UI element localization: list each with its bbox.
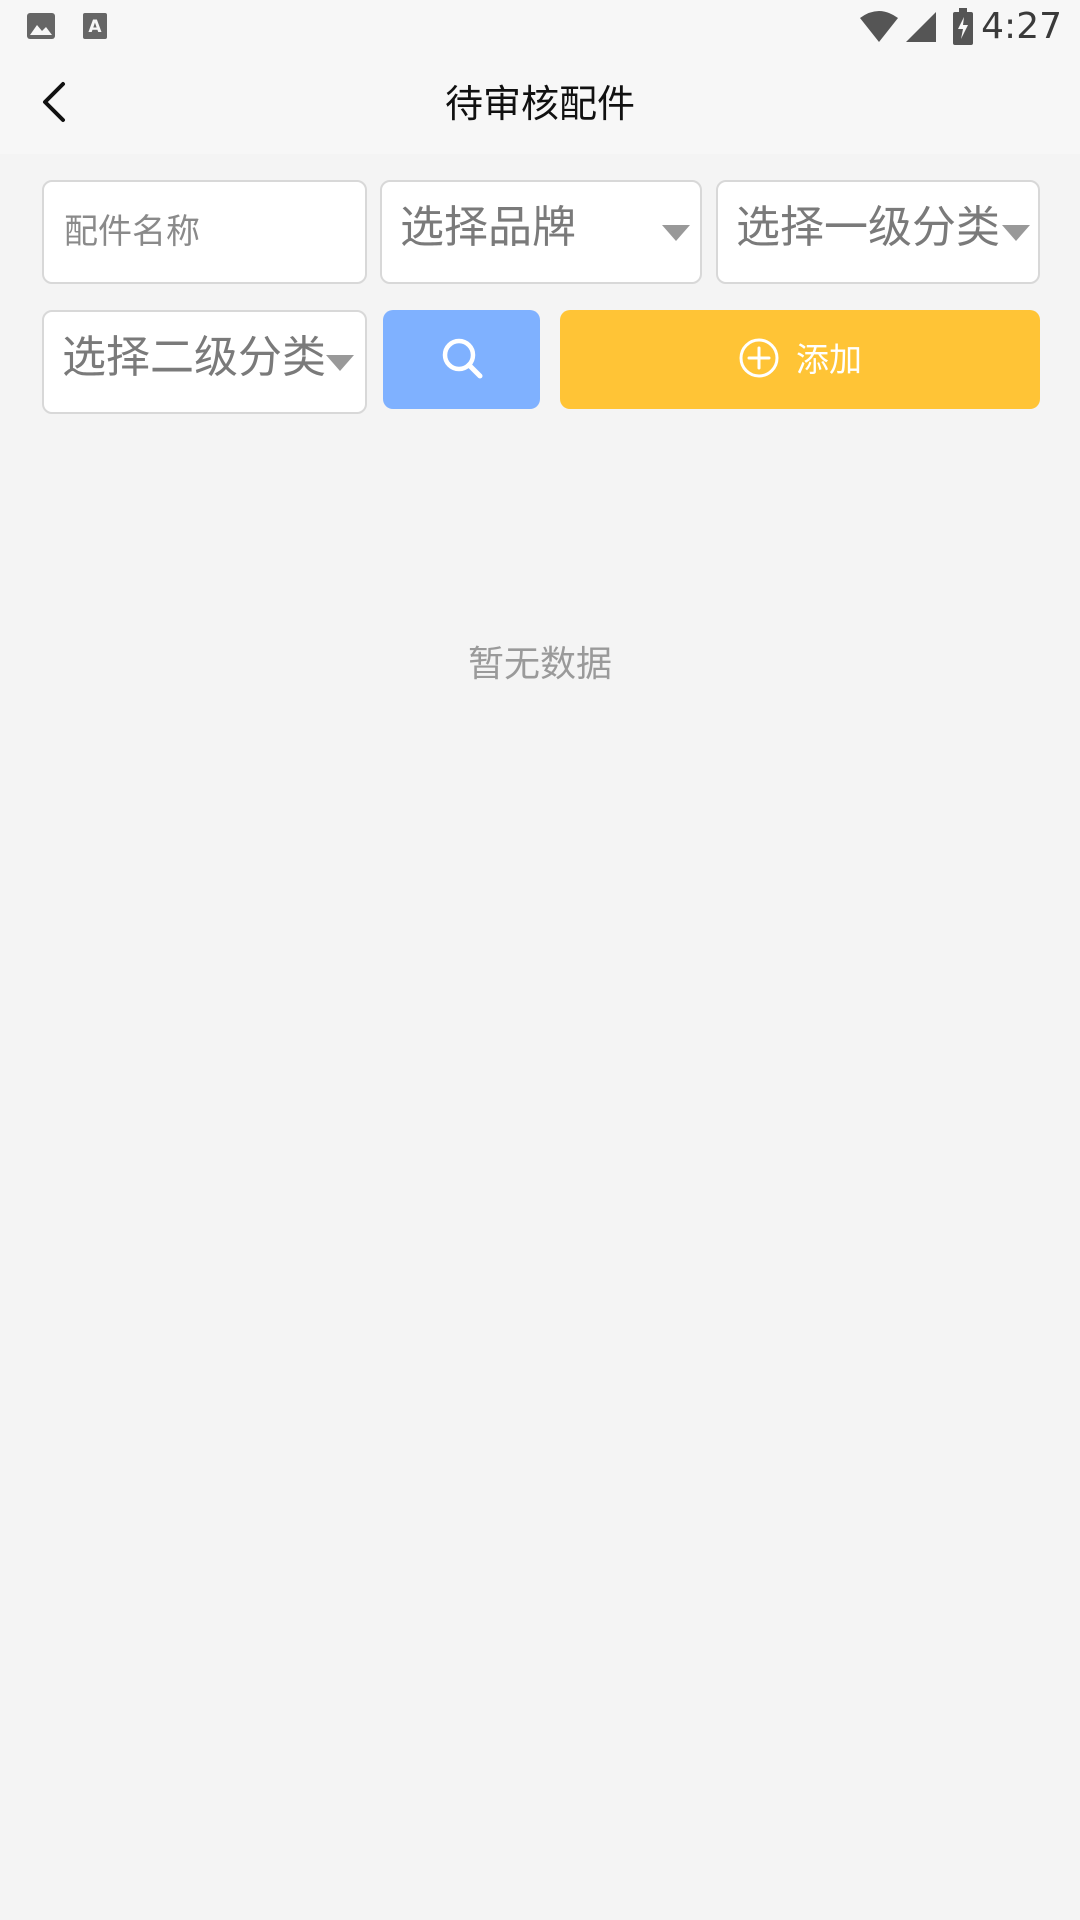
add-button-label: 添加 xyxy=(796,339,862,379)
brand-select-label: 选择品牌 xyxy=(400,202,576,253)
dropdown-caret-icon xyxy=(326,355,354,371)
status-bar: A 4:27 xyxy=(0,0,1080,54)
wifi-icon xyxy=(858,10,900,48)
svg-text:A: A xyxy=(88,17,102,37)
plus-circle-icon xyxy=(738,337,780,383)
dropdown-caret-icon xyxy=(662,225,690,241)
search-icon xyxy=(440,336,484,384)
image-icon xyxy=(26,12,56,44)
empty-state-message: 暂无数据 xyxy=(467,644,612,685)
add-button[interactable]: 添加 xyxy=(560,310,1040,409)
status-time: 4:27 xyxy=(981,6,1062,47)
text-a-icon: A xyxy=(82,12,108,44)
category-level1-select-label: 选择一级分类 xyxy=(736,202,1000,253)
battery-charging-icon xyxy=(952,8,974,50)
category-level2-select[interactable]: 选择二级分类 xyxy=(42,310,367,414)
search-button[interactable] xyxy=(383,310,540,409)
category-level1-select[interactable]: 选择一级分类 xyxy=(716,180,1040,284)
part-name-field[interactable] xyxy=(42,180,367,284)
cell-signal-icon xyxy=(904,10,938,48)
brand-select[interactable]: 选择品牌 xyxy=(380,180,702,284)
nav-bar: 待审核配件 xyxy=(0,54,1080,154)
part-name-input[interactable] xyxy=(44,182,365,282)
dropdown-caret-icon xyxy=(1002,225,1030,241)
page-title: 待审核配件 xyxy=(444,82,635,126)
category-level2-select-label: 选择二级分类 xyxy=(62,332,326,383)
